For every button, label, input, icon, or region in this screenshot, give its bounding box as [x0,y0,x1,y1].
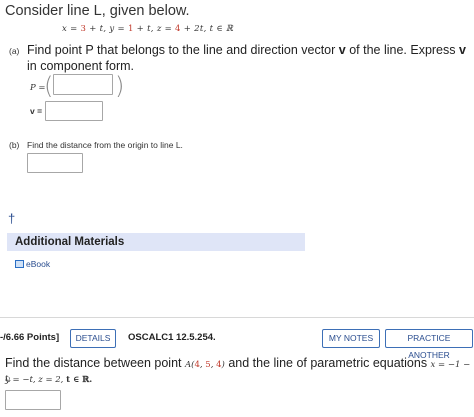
ebook-icon [15,260,24,268]
details-button[interactable]: DETAILS [70,329,116,348]
q2-eq-line2: y = −t, z = 2, t ∈ ℝ. [5,375,92,385]
part-b-label: (b) [9,140,20,150]
eq-domain: t ∈ ℝ [209,24,234,34]
dagger-link[interactable]: † [8,211,15,226]
q2-text-after: and the line of parametric equations [224,356,431,370]
eq-z-rest: + 2t, [180,24,210,34]
distance-answer-input[interactable] [5,390,61,410]
vector-symbol: v [338,43,346,57]
eq-x-rest: + t, [86,24,110,34]
points-label: -/6.66 Points] [0,332,60,343]
vector-v-input[interactable] [45,101,103,121]
practice-another-button[interactable]: PRACTICE ANOTHER [385,329,473,360]
distance-origin-input[interactable] [27,153,83,173]
line-equation: x = 3 + t, y = 1 + t, z = 4 + 2t, t ∈ ℝ [62,24,233,34]
my-notes-button[interactable]: MY NOTES [322,329,380,348]
eq-z-prefix: z = [156,24,176,34]
point-a-y: 5 [205,360,211,370]
question-intro: Consider line L, given below. [5,3,190,19]
additional-materials-title: Additional Materials [15,236,125,248]
part-a-text-before: Find point P that belongs to the line an… [27,43,339,57]
part-a-text-end: in component form. [27,59,134,73]
eq-y-rest: + t, [133,24,157,34]
point-p-input[interactable] [53,74,113,95]
q2-text-before: Find the distance between point [5,356,185,370]
part-a-text-after: of the line. Express [345,43,459,57]
part-a-prompt: Find point P that belongs to the line an… [27,42,471,74]
ebook-link[interactable]: eBook [15,259,50,269]
paren-open: ( [44,72,54,100]
paren-close: ) [115,72,125,100]
question-reference: OSCALC1 12.5.254. [128,332,216,343]
ebook-label: eBook [26,259,51,269]
eq-y-prefix: y = [109,24,128,34]
q2-eq-yz: y = −t, z = 2, [5,375,67,385]
part-a-label: (a) [9,46,20,56]
point-a-x: 4 [194,360,200,370]
vector-symbol-2: v [459,43,466,57]
v-label: v = [30,106,43,116]
q2-domain: t ∈ ℝ. [66,375,93,385]
question-divider [0,317,474,318]
eq-x-prefix: x = [62,24,81,34]
point-a: A(4, 5, 4) [184,360,225,370]
part-b-prompt: Find the distance from the origin to lin… [27,140,183,150]
